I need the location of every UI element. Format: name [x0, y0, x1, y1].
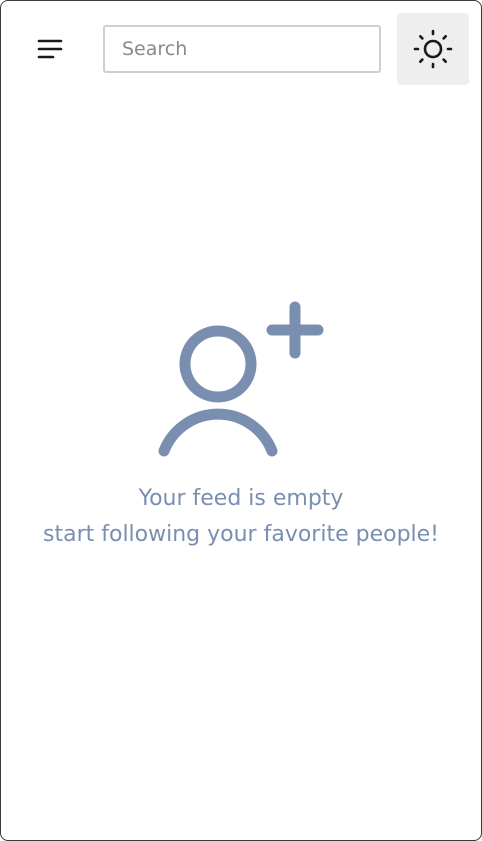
menu-button[interactable] [27, 25, 73, 73]
empty-feed-message: Your feed is empty start following your … [43, 481, 439, 553]
empty-feed-state: Your feed is empty start following your … [1, 291, 481, 553]
theme-toggle-button[interactable] [397, 13, 469, 85]
sun-icon [413, 29, 453, 69]
user-plus-icon [158, 301, 324, 457]
top-bar [1, 1, 481, 97]
empty-feed-subtitle: start following your favorite people! [43, 522, 439, 547]
search-input[interactable] [103, 25, 381, 73]
menu-icon [37, 39, 63, 59]
app-window: Your feed is empty start following your … [0, 0, 482, 841]
empty-feed-title: Your feed is empty [138, 486, 344, 511]
